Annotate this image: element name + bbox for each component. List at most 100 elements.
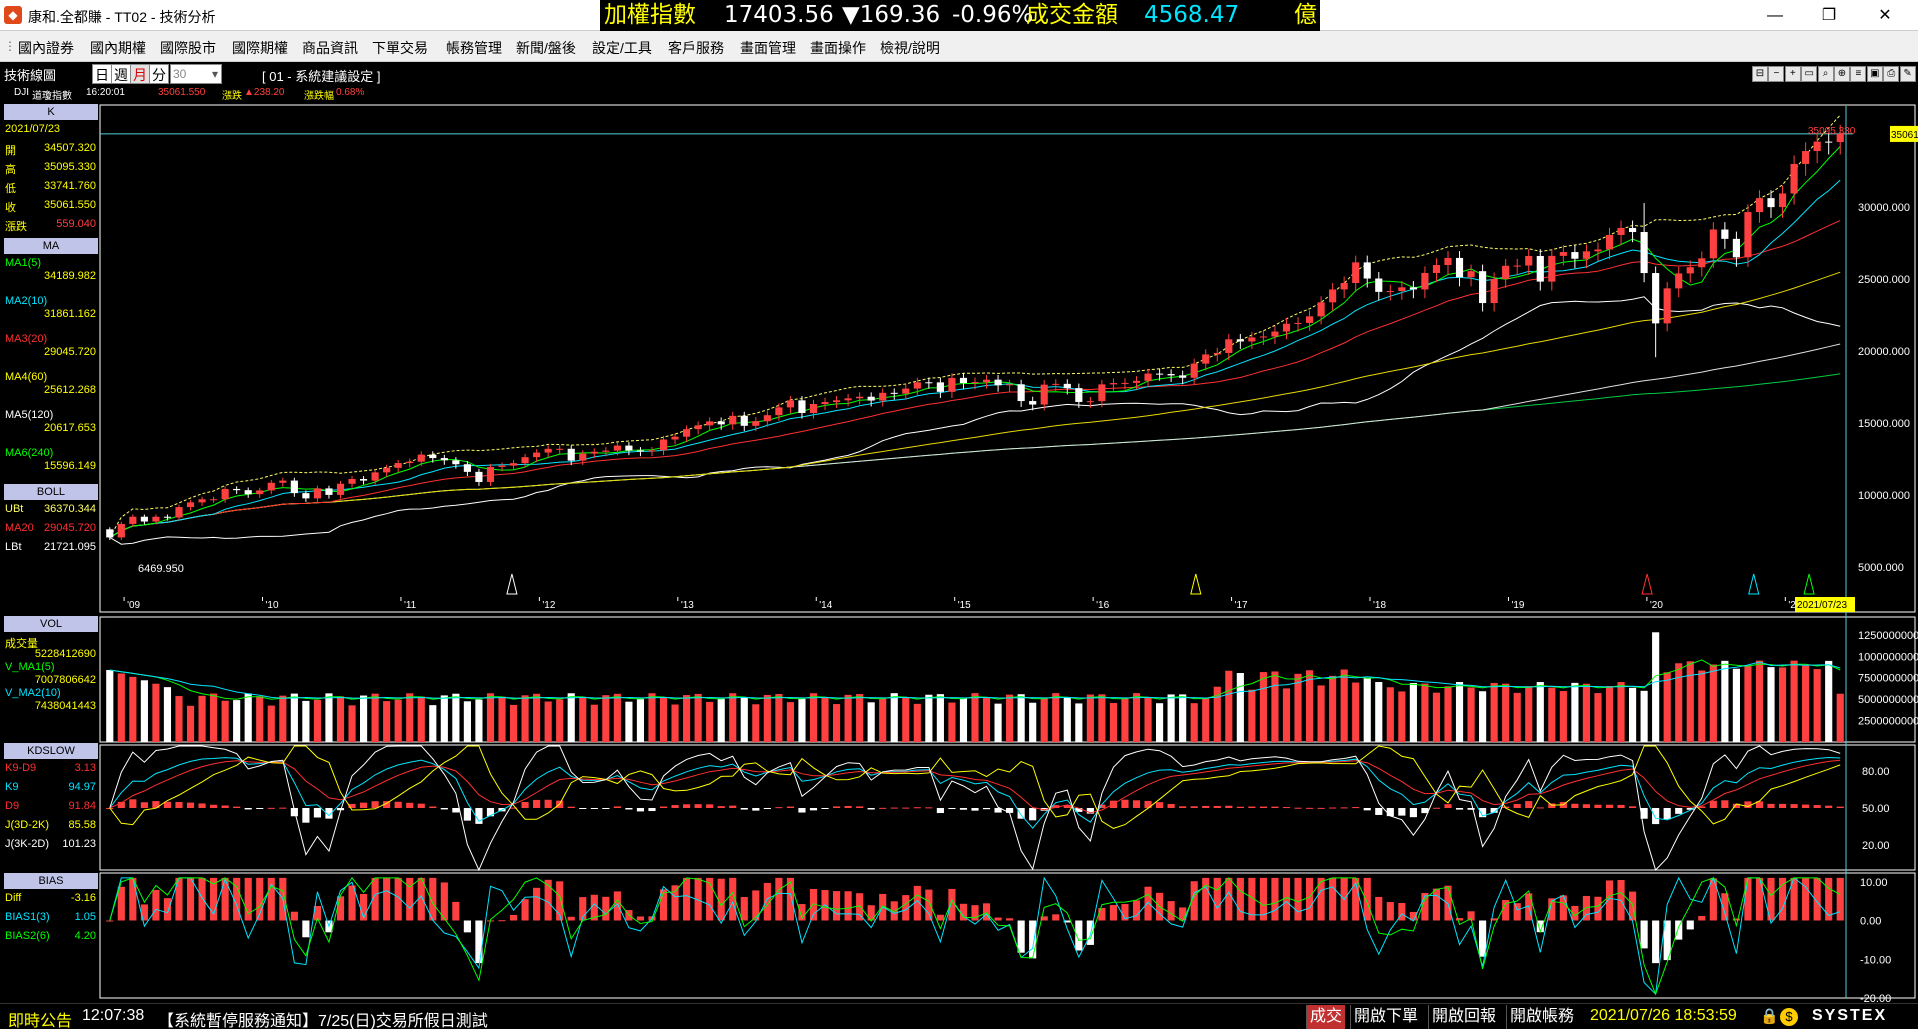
bias-diff-bar bbox=[452, 901, 460, 921]
vol-tick-label-0: 2500000000 bbox=[1858, 716, 1918, 728]
volume-bar bbox=[1167, 694, 1175, 742]
candle-body bbox=[1479, 271, 1487, 304]
candle-body bbox=[383, 467, 391, 473]
bias-diff-bar bbox=[683, 877, 691, 921]
volume-bar bbox=[1467, 687, 1475, 742]
volume-bar bbox=[1086, 694, 1094, 742]
candle-body bbox=[590, 451, 598, 454]
candle-body bbox=[1305, 316, 1314, 323]
candle-body bbox=[163, 516, 172, 518]
candle-body bbox=[1767, 198, 1775, 208]
volume-bar bbox=[1340, 669, 1348, 742]
price-tick-label-0: 5000.000 bbox=[1858, 562, 1904, 574]
bias-diff-bar bbox=[152, 889, 160, 921]
volume-bar bbox=[186, 705, 195, 742]
bias-diff-bar bbox=[740, 896, 748, 921]
kd-diff-bar bbox=[1409, 808, 1417, 818]
kd-diff-bar bbox=[902, 807, 910, 809]
volume-bar bbox=[809, 693, 818, 742]
volume-bar bbox=[1329, 675, 1337, 742]
kd-diff-bar bbox=[279, 807, 287, 809]
bias-diff-bar bbox=[1698, 915, 1706, 921]
volume-bar bbox=[879, 698, 887, 742]
open-report-button[interactable]: 開啟回報 bbox=[1428, 1005, 1499, 1029]
open-account-button[interactable]: 開啟帳務 bbox=[1506, 1005, 1577, 1029]
volume-bar bbox=[279, 695, 287, 742]
bias-diff-bar bbox=[636, 916, 645, 921]
volume-bar bbox=[1075, 703, 1083, 742]
candle-body bbox=[1605, 234, 1614, 250]
trade-button[interactable]: 成交 bbox=[1306, 1005, 1346, 1029]
bias-diff-bar bbox=[140, 904, 148, 921]
kd-diff-bar bbox=[1305, 807, 1314, 809]
volume-bar bbox=[729, 693, 737, 742]
kd-diff-bar bbox=[233, 806, 241, 808]
bias-diff-bar bbox=[1305, 877, 1314, 921]
volume-bar bbox=[233, 700, 241, 742]
volume-bar bbox=[982, 697, 991, 742]
candle-body bbox=[1709, 229, 1717, 259]
volume-bar bbox=[1432, 692, 1441, 742]
volume-bar bbox=[1548, 687, 1556, 742]
open-order-button[interactable]: 開啟下單 bbox=[1350, 1005, 1421, 1029]
kd-diff-bar bbox=[210, 804, 218, 808]
volume-bar bbox=[1455, 682, 1464, 742]
x-tick-label-6: '15 bbox=[958, 600, 971, 611]
coin-icon: $ bbox=[1780, 1008, 1798, 1026]
current-price-label: 35061.550 bbox=[1891, 130, 1918, 141]
volume-bar bbox=[359, 695, 368, 742]
bias-diff-bar bbox=[706, 877, 714, 921]
kd-diff-bar bbox=[832, 806, 841, 808]
volume-bar bbox=[140, 680, 148, 742]
kd-diff-bar bbox=[1248, 806, 1256, 808]
x-tick-label-7: '16 bbox=[1096, 600, 1109, 611]
volume-bar bbox=[1017, 694, 1025, 742]
volume-bar bbox=[844, 694, 852, 742]
volume-bar bbox=[463, 701, 471, 742]
kd-diff-bar bbox=[221, 805, 229, 808]
volume-bar bbox=[1444, 686, 1452, 742]
technical-chart[interactable]: 5000.000 10000.000 15000.000 20000.000 25000… bbox=[0, 0, 1918, 1003]
bias-diff-bar bbox=[463, 920, 471, 933]
price-tick-label-5: 30000.000 bbox=[1858, 202, 1910, 214]
candle-body bbox=[994, 379, 1002, 386]
volume-bar bbox=[325, 693, 333, 742]
kd-diff-bar bbox=[1375, 808, 1383, 815]
x-tick-label-5: '14 bbox=[819, 600, 832, 611]
volume-bar bbox=[117, 673, 125, 742]
volume-bar bbox=[1628, 687, 1637, 742]
candle-body bbox=[1329, 289, 1337, 303]
candle-body bbox=[1444, 257, 1452, 266]
volume-bar bbox=[936, 694, 944, 742]
bias-diff-bar bbox=[509, 914, 518, 921]
x-tick-label-3: '12 bbox=[542, 600, 555, 611]
signal-triangle-3 bbox=[1748, 573, 1760, 595]
candle-body bbox=[106, 529, 114, 538]
candle-body bbox=[1086, 401, 1094, 403]
bias-diff-bar bbox=[602, 896, 610, 921]
kd-diff-bar bbox=[856, 806, 864, 808]
kd-diff-bar bbox=[844, 805, 852, 808]
volume-bar bbox=[1755, 660, 1764, 742]
volume-bar bbox=[856, 694, 864, 742]
kd-diff-bar bbox=[602, 808, 610, 809]
kd-diff-bar bbox=[763, 808, 771, 809]
kd-tick-label-1: 50.00 bbox=[1862, 803, 1890, 815]
bias-diff-bar bbox=[1825, 877, 1833, 921]
kd-diff-bar bbox=[648, 808, 656, 812]
bias-diff-bar bbox=[1109, 905, 1118, 921]
kd-diff-bar bbox=[544, 799, 552, 808]
volume-bar bbox=[544, 701, 552, 742]
volume-bar bbox=[1386, 687, 1394, 742]
volume-bar bbox=[775, 693, 783, 742]
volume-bar bbox=[1802, 665, 1810, 742]
volume-bar bbox=[1675, 663, 1683, 742]
announce-text[interactable]: 【系統暫停服務通知】7/25(日)交易所假日測試 bbox=[158, 1007, 488, 1029]
kd-diff-bar bbox=[1202, 805, 1210, 808]
volume-bar bbox=[659, 696, 668, 742]
volume-bar bbox=[1663, 672, 1671, 742]
kd-diff-bar bbox=[867, 808, 875, 810]
candle-body bbox=[579, 453, 587, 461]
brand-logo: SYSTEX bbox=[1812, 1007, 1888, 1024]
signal-triangle-0 bbox=[506, 573, 518, 595]
